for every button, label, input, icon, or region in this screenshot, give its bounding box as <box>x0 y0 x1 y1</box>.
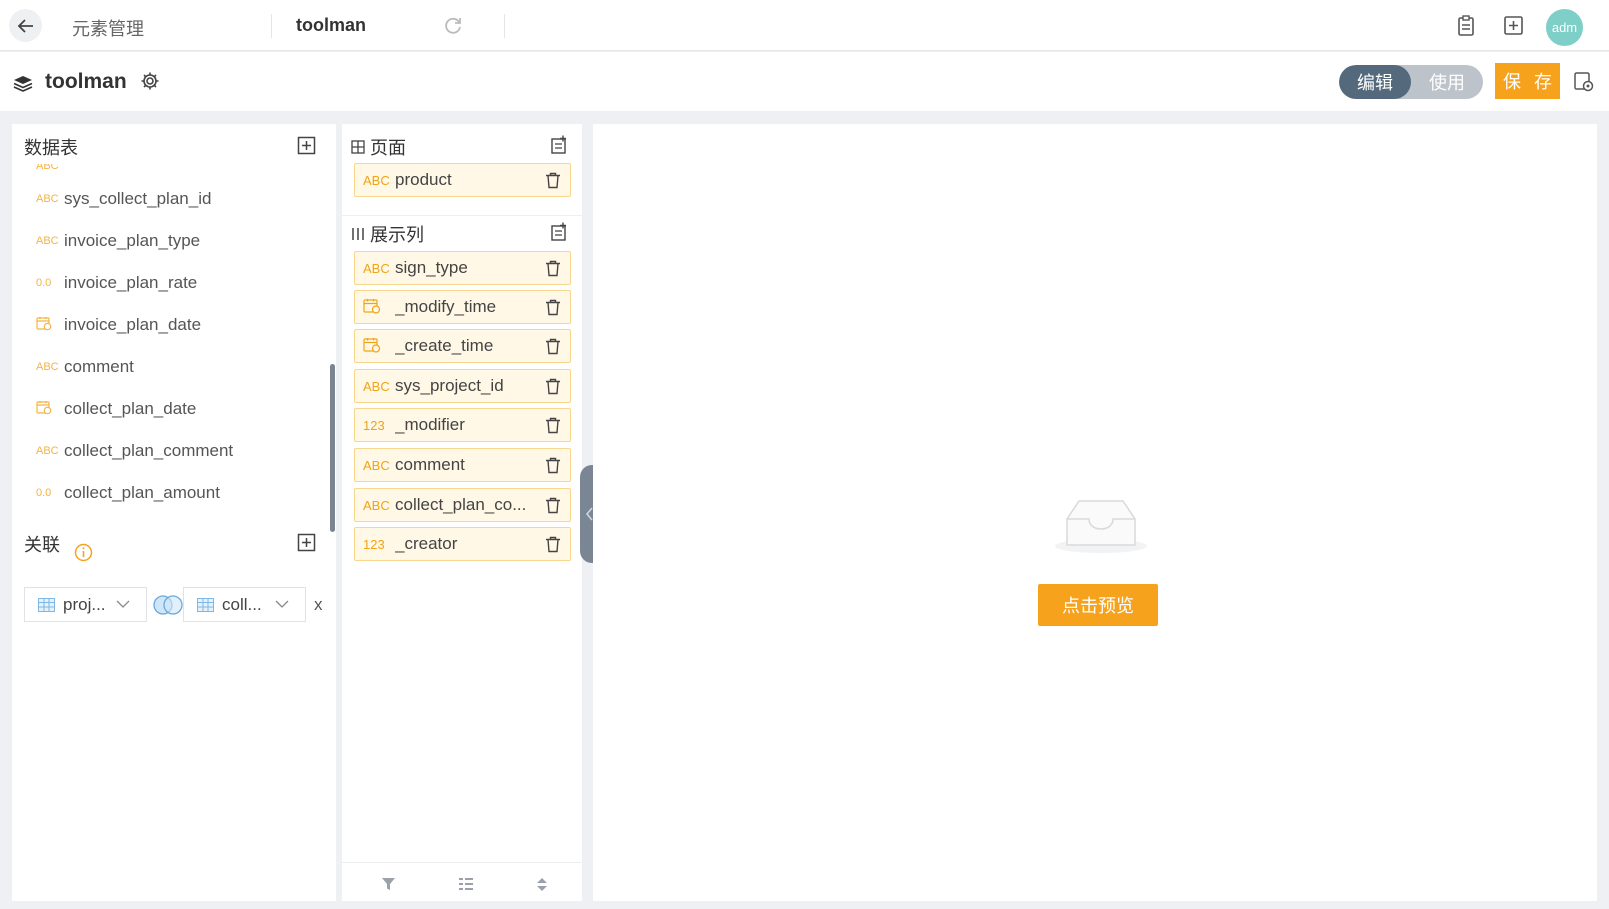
column-chip[interactable]: 123 _creator <box>354 527 571 561</box>
filter-icon[interactable] <box>381 877 396 891</box>
type-text-icon: ABC <box>36 235 59 247</box>
trash-icon[interactable] <box>545 536 561 553</box>
join-right-table-select[interactable]: coll... <box>183 587 306 622</box>
preview-button[interactable]: 点击预览 <box>1038 584 1158 626</box>
list-item[interactable]: 0.0 collect_plan_amount <box>36 479 322 507</box>
type-integer-icon: 123 <box>363 417 385 433</box>
columns-section-title: 展示列 <box>351 221 424 247</box>
section-divider <box>342 215 582 216</box>
column-chip[interactable]: _modify_time <box>354 290 571 324</box>
field-list[interactable]: ABC ABC sys_collect_plan_id ABC invoice_… <box>12 164 322 526</box>
table-icon <box>38 597 55 612</box>
list-item[interactable]: ABC sys_collect_plan_id <box>36 185 322 213</box>
mode-toggle[interactable]: 编辑 使用 <box>1339 65 1483 99</box>
type-text-icon: ABC <box>363 378 390 394</box>
field-list-scrollbar[interactable] <box>330 364 335 532</box>
list-item[interactable]: 0.0 invoice_plan_rate <box>36 269 322 297</box>
columns-icon <box>351 227 365 241</box>
save-button[interactable]: 保 存 <box>1495 63 1560 99</box>
list-item[interactable]: invoice_plan_date <box>36 311 322 339</box>
table-icon <box>197 597 214 612</box>
inner-join-icon[interactable] <box>151 594 185 616</box>
type-integer-icon: 123 <box>363 536 385 552</box>
type-text-icon: ABC <box>36 445 59 457</box>
add-column-icon[interactable] <box>550 222 568 242</box>
type-text-icon: ABC <box>363 457 390 473</box>
page-section-title: 页面 <box>351 134 406 160</box>
list-item[interactable]: collect_plan_date <box>36 395 322 423</box>
middle-panel-footer <box>342 862 582 901</box>
page-field-chip[interactable]: ABC product <box>354 163 571 197</box>
type-date-icon <box>363 337 395 356</box>
layers-icon <box>13 76 33 92</box>
settings-document-icon[interactable] <box>1573 71 1595 93</box>
tab-divider <box>271 14 272 38</box>
back-button[interactable] <box>9 9 42 42</box>
add-page-field-icon[interactable] <box>550 135 568 155</box>
column-chip[interactable]: ABC sys_project_id <box>354 369 571 403</box>
trash-icon[interactable] <box>545 457 561 474</box>
type-text-icon: ABC <box>36 361 59 373</box>
trash-icon[interactable] <box>545 260 561 277</box>
avatar[interactable]: adm <box>1546 9 1583 46</box>
trash-icon[interactable] <box>545 172 561 189</box>
sort-icon[interactable] <box>536 877 548 892</box>
type-decimal-icon: 0.0 <box>36 277 52 289</box>
top-bar: 元素管理 toolman adm <box>0 0 1609 51</box>
list-item[interactable]: ABC invoice_plan_type <box>36 227 322 255</box>
type-date-icon <box>36 400 62 418</box>
type-date-icon <box>363 298 395 317</box>
preview-panel: 点击预览 <box>593 124 1597 901</box>
add-join-icon[interactable] <box>297 533 316 552</box>
type-text-icon: ABC <box>363 172 390 188</box>
trash-icon[interactable] <box>545 417 561 434</box>
page-config-panel: 页面 ABC product 展示列 ABC sign_type _modify… <box>342 124 582 901</box>
trash-icon[interactable] <box>545 299 561 316</box>
clipboard-icon[interactable] <box>1456 15 1476 37</box>
gear-icon[interactable] <box>140 71 160 91</box>
tab-element-management[interactable]: 元素管理 <box>72 15 144 41</box>
refresh-icon[interactable] <box>443 16 463 36</box>
remove-join-button[interactable]: x <box>314 595 323 615</box>
data-table-title: 数据表 <box>24 138 78 158</box>
mode-use-option[interactable]: 使用 <box>1411 65 1483 99</box>
join-title: 关联 <box>24 535 60 555</box>
page-title: toolman <box>45 70 127 93</box>
trash-icon[interactable] <box>545 497 561 514</box>
tab-toolman[interactable]: toolman <box>296 15 366 36</box>
title-bar: toolman 编辑 使用 保 存 <box>0 52 1609 111</box>
list-item[interactable]: ABC collect_plan_comment <box>36 437 322 465</box>
trash-icon[interactable] <box>545 338 561 355</box>
info-icon[interactable] <box>74 543 93 562</box>
chevron-down-icon <box>116 600 130 608</box>
column-chip[interactable]: ABC comment <box>354 448 571 482</box>
trash-icon[interactable] <box>545 378 561 395</box>
type-text-icon: ABC <box>36 164 59 172</box>
arrow-left-icon <box>17 18 33 33</box>
chevron-left-icon <box>585 507 593 521</box>
tab-divider <box>504 14 505 38</box>
column-chip[interactable]: _create_time <box>354 329 571 363</box>
add-table-icon[interactable] <box>297 136 316 155</box>
join-left-table-select[interactable]: proj... <box>24 587 147 622</box>
type-decimal-icon: 0.0 <box>36 487 52 499</box>
chevron-down-icon <box>275 600 289 608</box>
list-item[interactable]: ABC <box>36 164 322 180</box>
column-chip[interactable]: ABC collect_plan_co... <box>354 488 571 522</box>
mode-edit-option[interactable]: 编辑 <box>1339 65 1411 99</box>
column-chip[interactable]: ABC sign_type <box>354 251 571 285</box>
type-text-icon: ABC <box>36 193 59 205</box>
column-chip[interactable]: 123 _modifier <box>354 408 571 442</box>
type-date-icon <box>36 316 62 334</box>
empty-inbox-icon <box>1055 500 1147 553</box>
add-window-icon[interactable] <box>1503 15 1524 36</box>
type-text-icon: ABC <box>363 497 390 513</box>
type-text-icon: ABC <box>363 260 390 276</box>
grid-icon <box>351 140 365 154</box>
list-item[interactable]: ABC comment <box>36 353 322 381</box>
data-table-panel: 数据表 ABC ABC sys_collect_plan_id ABC invo… <box>12 124 336 901</box>
list-settings-icon[interactable] <box>458 877 474 891</box>
